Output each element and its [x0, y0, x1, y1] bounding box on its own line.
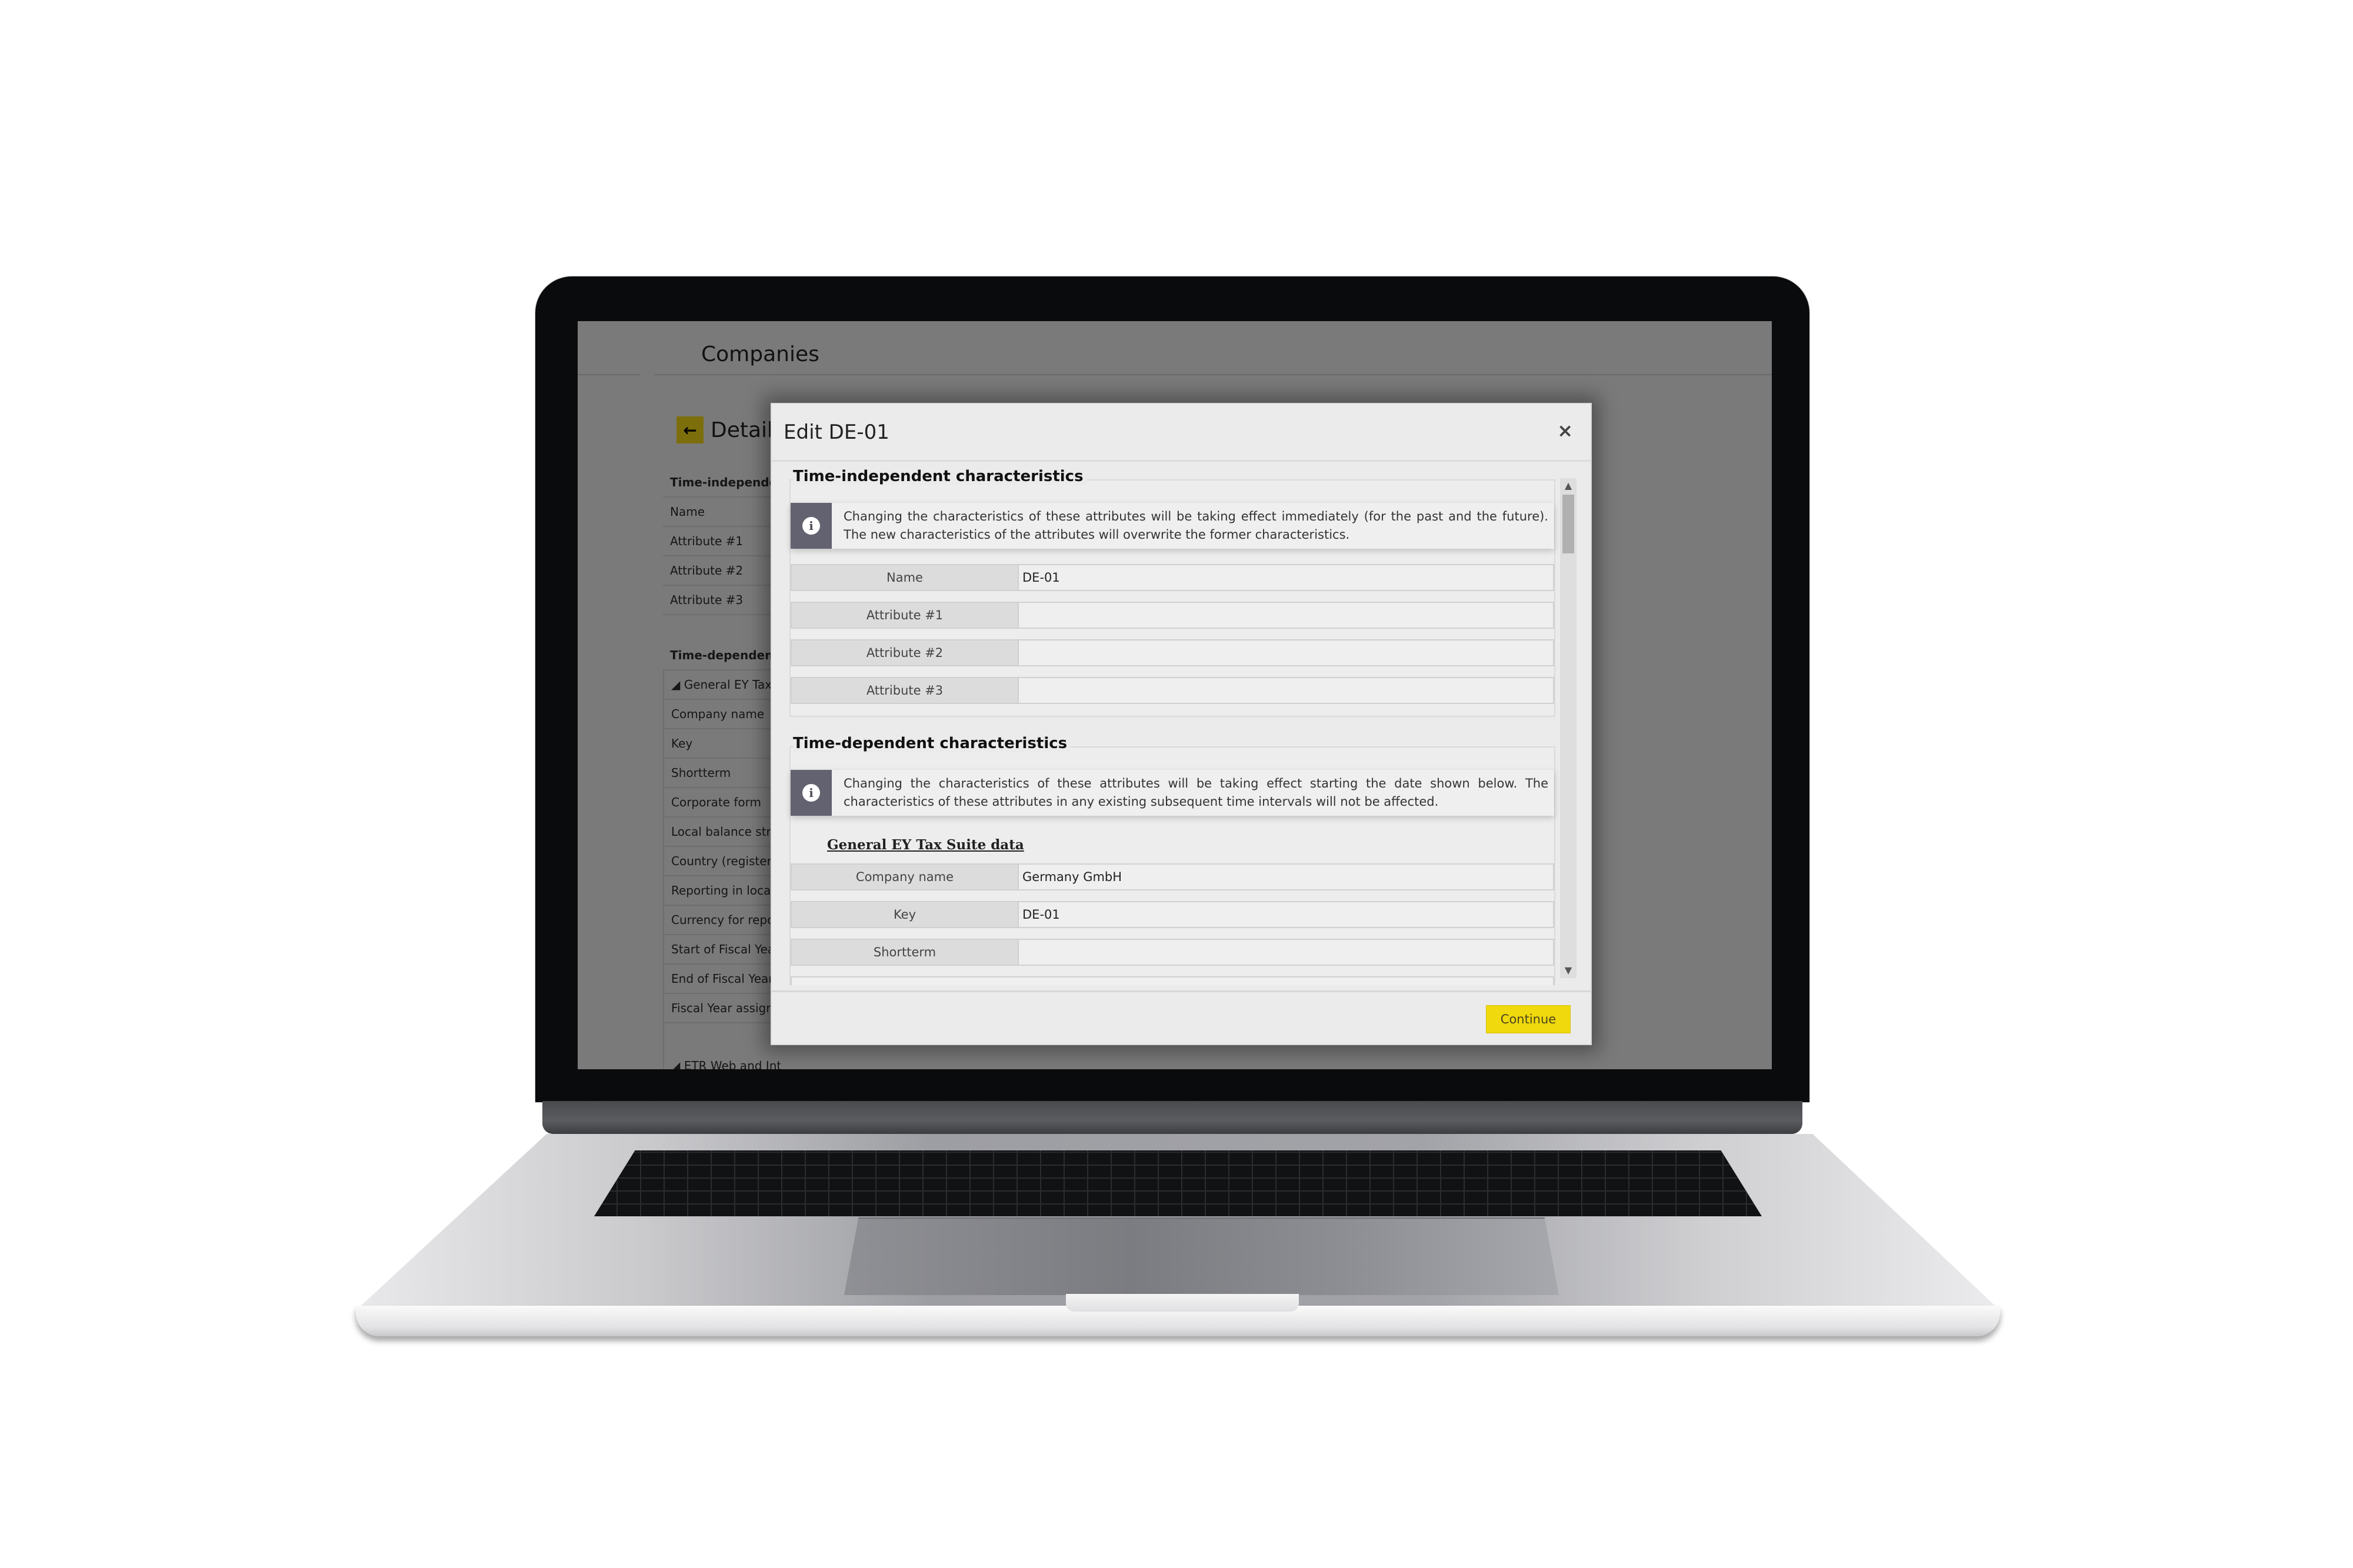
scroll-up-icon[interactable]: ▲	[1560, 478, 1577, 493]
field-label: Shortterm	[792, 940, 1019, 965]
header-divider	[578, 374, 639, 375]
key-input[interactable]	[1019, 902, 1553, 927]
field-label: Attribute #1	[792, 603, 1019, 628]
name-input[interactable]	[1019, 565, 1553, 590]
list-item: Attribute #1	[663, 527, 781, 556]
attribute-1-input[interactable]	[1019, 603, 1553, 628]
continue-button[interactable]: Continue	[1486, 1005, 1571, 1033]
laptop-notch	[1066, 1294, 1299, 1312]
group-toggle[interactable]: ◢ General EY Tax Suite data	[663, 670, 781, 700]
field-label: Attribute #3	[792, 678, 1019, 703]
list-item: Fiscal Year assignment	[663, 994, 781, 1023]
list-item: End of Fiscal Year	[663, 965, 781, 994]
info-message: i Changing the characteristics of these …	[791, 503, 1554, 549]
info-icon: i	[802, 784, 820, 802]
field-name: Name	[791, 564, 1554, 591]
header-divider	[654, 374, 1772, 375]
field-label: Company name	[792, 865, 1019, 889]
list-item: Local balance structure	[663, 818, 781, 847]
laptop-trackpad	[844, 1217, 1559, 1295]
laptop-hinge	[542, 1101, 1802, 1134]
laptop-screen: Companies ← Details Time-independent cha…	[578, 321, 1772, 1069]
list-item: Reporting in local currency	[663, 876, 781, 906]
back-button[interactable]: ←	[676, 416, 704, 443]
section-heading: Time-independent characteristics	[663, 468, 781, 498]
list-item: Key	[663, 729, 781, 759]
time-dependent-section: Time-dependent characteristics i Changin…	[789, 735, 1555, 985]
list-item: Start of Fiscal Year	[663, 935, 781, 965]
field-label: Key	[792, 902, 1019, 927]
info-message: i Changing the characteristics of these …	[791, 770, 1554, 816]
attribute-2-input[interactable]	[1019, 640, 1553, 665]
info-text: Changing the characteristics of these at…	[844, 509, 1548, 542]
info-text: Changing the characteristics of these at…	[844, 776, 1548, 809]
edit-dialog: Edit DE-01 × Time-independent characteri…	[771, 403, 1592, 1045]
arrow-left-icon: ←	[683, 420, 697, 440]
field-shortterm: Shortterm	[791, 939, 1554, 966]
section-heading: Time-dependent characteristics	[663, 641, 781, 670]
list-item: Shortterm	[663, 759, 781, 788]
background-attribute-list: Time-independent characteristics Name At…	[663, 468, 781, 1069]
group-title-general-ey-tax-suite[interactable]: General EY Tax Suite data	[827, 837, 1554, 853]
group-toggle[interactable]: ◢ ETR Web and Interface data	[663, 1052, 781, 1069]
list-item: Corporate form	[663, 788, 781, 818]
list-item: Country (registered)	[663, 847, 781, 876]
laptop-keyboard	[594, 1150, 1762, 1216]
close-icon[interactable]: ×	[1557, 419, 1573, 442]
info-icon-box: i	[791, 770, 832, 816]
list-item: Attribute #2	[663, 556, 781, 586]
dialog-body: Time-independent characteristics i Chang…	[772, 462, 1591, 985]
attribute-3-input[interactable]	[1019, 678, 1553, 703]
field-key: Key	[791, 901, 1554, 928]
scroll-content: Time-independent characteristics i Chang…	[789, 468, 1555, 985]
list-item: Currency for reporting	[663, 906, 781, 935]
info-icon: i	[802, 517, 820, 535]
field-label: Attribute #2	[792, 640, 1019, 665]
field-company-name: Company name	[791, 863, 1554, 890]
field-attribute-2: Attribute #2	[791, 639, 1554, 666]
field-attribute-1: Attribute #1	[791, 602, 1554, 629]
field-label: Name	[792, 565, 1019, 590]
field-next	[791, 976, 1554, 985]
info-icon-box: i	[791, 503, 832, 549]
detail-header: ← Details	[676, 416, 784, 443]
list-item: Name	[663, 498, 781, 527]
field-attribute-3: Attribute #3	[791, 677, 1554, 704]
shortterm-input[interactable]	[1019, 940, 1553, 965]
company-name-input[interactable]	[1019, 865, 1553, 889]
section-legend: Time-dependent characteristics	[793, 735, 1071, 752]
time-independent-section: Time-independent characteristics i Chang…	[789, 468, 1555, 717]
dialog-scrollbar[interactable]: ▲ ▼	[1560, 478, 1577, 978]
scroll-down-icon[interactable]: ▼	[1560, 963, 1577, 978]
page-title: Companies	[701, 342, 819, 366]
dialog-title: Edit DE-01	[784, 421, 889, 444]
dialog-header: Edit DE-01 ×	[772, 404, 1591, 462]
dialog-footer: Continue	[772, 990, 1591, 1044]
section-legend: Time-independent characteristics	[793, 468, 1087, 485]
list-item: Company name	[663, 700, 781, 729]
scrollbar-thumb[interactable]	[1562, 495, 1574, 553]
list-item: Attribute #3	[663, 586, 781, 615]
